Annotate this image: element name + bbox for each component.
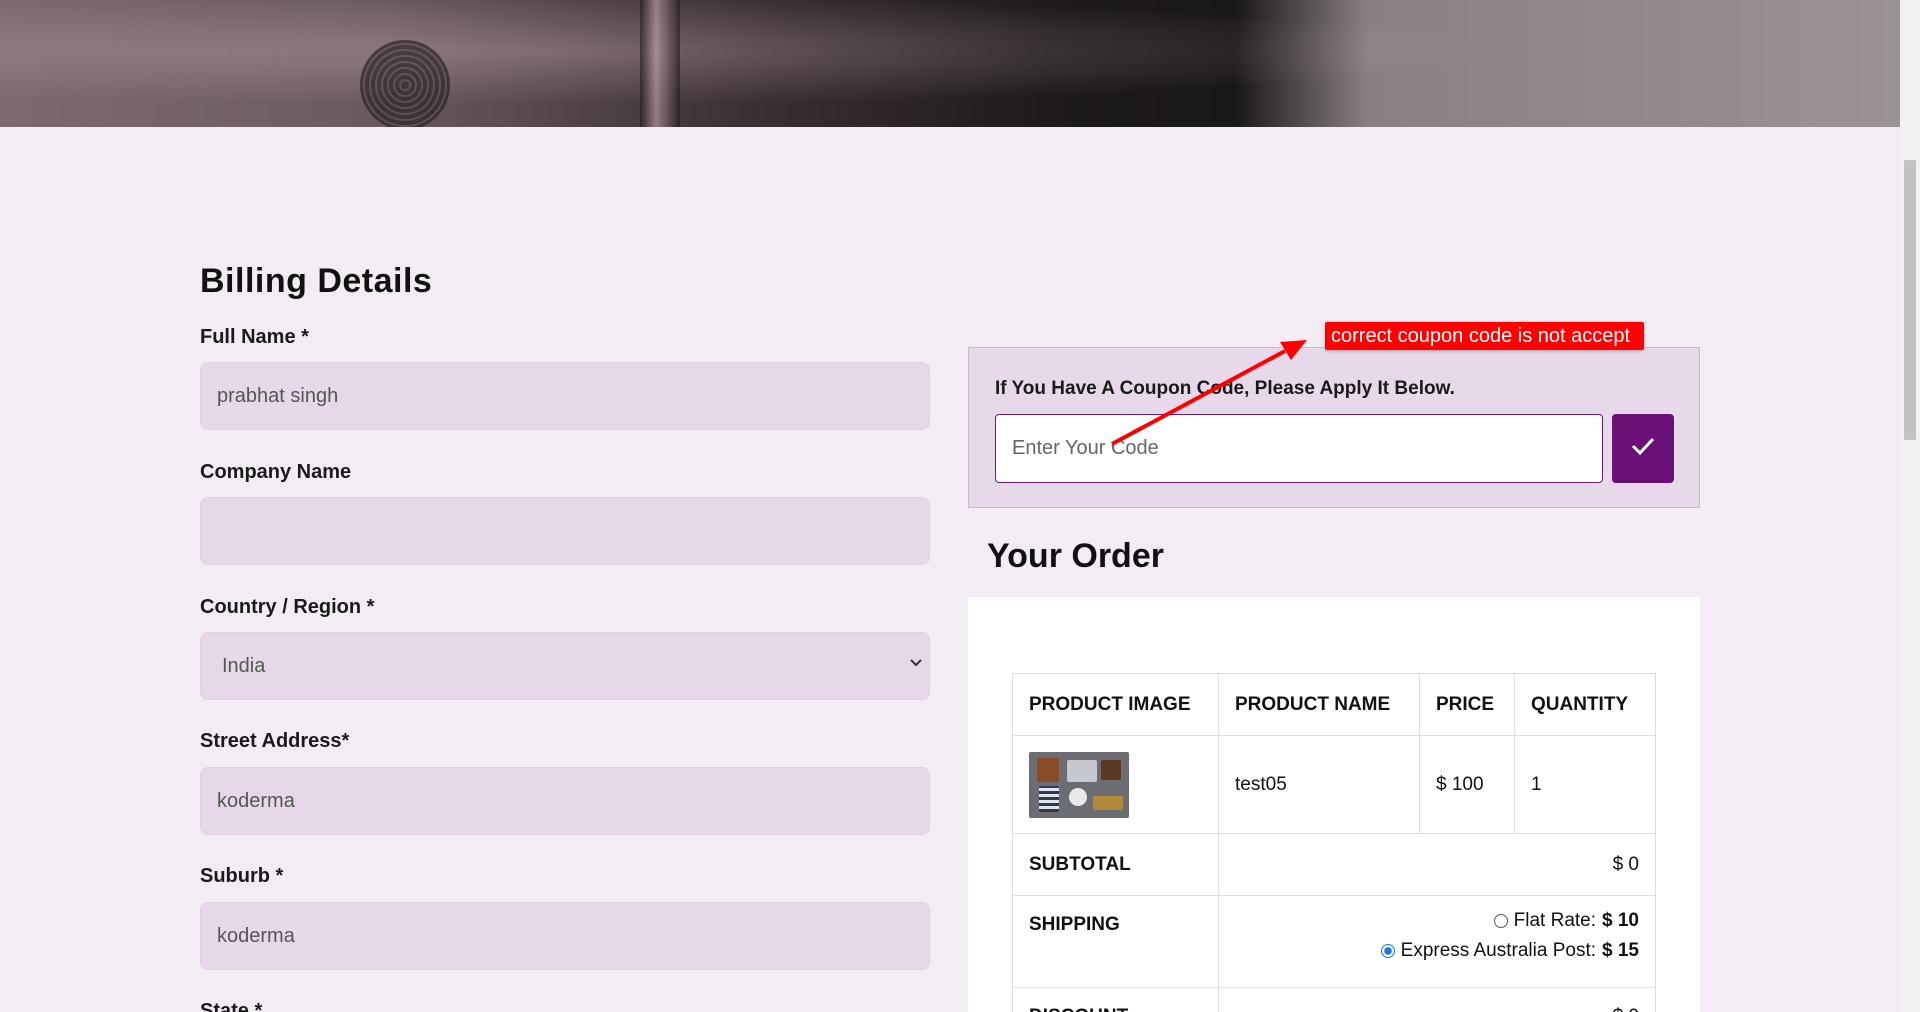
order-table: PRODUCT IMAGE PRODUCT NAME PRICE QUANTIT… bbox=[1012, 673, 1656, 1012]
discount-row: DISCOUNT $ 0 bbox=[1012, 987, 1656, 1012]
shipping-option-express[interactable]: Express Australia Post: $ 15 bbox=[1235, 936, 1639, 966]
product-price-cell: $ 100 bbox=[1419, 735, 1515, 834]
header-quantity: QUANTITY bbox=[1514, 673, 1656, 736]
subtotal-label: SUBTOTAL bbox=[1012, 833, 1219, 896]
coupon-title: If You Have A Coupon Code, Please Apply … bbox=[995, 378, 1455, 399]
discount-label: DISCOUNT bbox=[1012, 987, 1219, 1012]
header-product-image: PRODUCT IMAGE bbox=[1012, 673, 1219, 736]
product-image-cell bbox=[1012, 735, 1219, 834]
table-header-row: PRODUCT IMAGE PRODUCT NAME PRICE QUANTIT… bbox=[1012, 673, 1656, 736]
billing-details-heading: Billing Details bbox=[200, 262, 433, 300]
coupon-code-input[interactable]: Enter Your Code bbox=[995, 414, 1603, 483]
coupon-box: If You Have A Coupon Code, Please Apply … bbox=[968, 347, 1700, 508]
shipping-option-flat-rate[interactable]: Flat Rate: $ 10 bbox=[1235, 906, 1639, 936]
header-price: PRICE bbox=[1419, 673, 1515, 736]
header-product-name: PRODUCT NAME bbox=[1218, 673, 1420, 736]
full-name-label: Full Name * bbox=[200, 326, 309, 348]
coupon-placeholder: Enter Your Code bbox=[1012, 437, 1159, 459]
scrollbar-thumb[interactable] bbox=[1904, 160, 1916, 440]
street-address-field[interactable]: koderma bbox=[200, 767, 930, 835]
flat-rate-price: $ 10 bbox=[1602, 910, 1639, 931]
express-post-price: $ 15 bbox=[1602, 940, 1639, 961]
flat-rate-label: Flat Rate: bbox=[1513, 910, 1597, 931]
express-post-label: Express Australia Post: bbox=[1400, 940, 1597, 961]
table-row: test05 $ 100 1 bbox=[1012, 735, 1656, 834]
state-label: State * bbox=[200, 1000, 263, 1012]
full-name-value: prabhat singh bbox=[217, 384, 339, 407]
product-name-cell: test05 bbox=[1218, 735, 1420, 834]
suburb-field[interactable]: koderma bbox=[200, 902, 930, 970]
annotation-label: correct coupon code is not accept bbox=[1325, 322, 1645, 350]
flat-rate-radio[interactable] bbox=[1493, 914, 1508, 928]
your-order-heading: Your Order bbox=[987, 537, 1164, 575]
company-name-field[interactable] bbox=[200, 497, 930, 565]
country-region-select[interactable]: India bbox=[200, 632, 930, 700]
product-thumbnail[interactable] bbox=[1029, 751, 1129, 818]
suburb-label: Suburb * bbox=[200, 865, 284, 887]
product-quantity-cell: 1 bbox=[1514, 735, 1656, 834]
suburb-value: koderma bbox=[217, 924, 295, 947]
apply-coupon-button[interactable] bbox=[1612, 414, 1674, 483]
shipping-label: SHIPPING bbox=[1012, 895, 1219, 988]
full-name-field[interactable]: prabhat singh bbox=[200, 362, 930, 430]
page-scrollbar[interactable] bbox=[1900, 0, 1920, 1012]
subtotal-row: SUBTOTAL $ 0 bbox=[1012, 833, 1656, 896]
discount-value: $ 0 bbox=[1218, 987, 1656, 1012]
shipping-row: SHIPPING Flat Rate: $ 10 Express Austral… bbox=[1012, 895, 1656, 988]
country-region-label: Country / Region * bbox=[200, 596, 375, 618]
hero-banner-image bbox=[0, 0, 1900, 127]
street-address-value: koderma bbox=[217, 789, 295, 812]
company-name-label: Company Name bbox=[200, 461, 352, 483]
chevron-down-icon bbox=[909, 653, 923, 674]
shipping-options: Flat Rate: $ 10 Express Australia Post: … bbox=[1218, 895, 1656, 988]
street-address-label: Street Address* bbox=[200, 730, 350, 752]
subtotal-value: $ 0 bbox=[1218, 833, 1656, 896]
country-region-value: India bbox=[222, 654, 266, 677]
checkmark-icon bbox=[1630, 435, 1656, 462]
express-post-radio[interactable] bbox=[1380, 944, 1395, 958]
